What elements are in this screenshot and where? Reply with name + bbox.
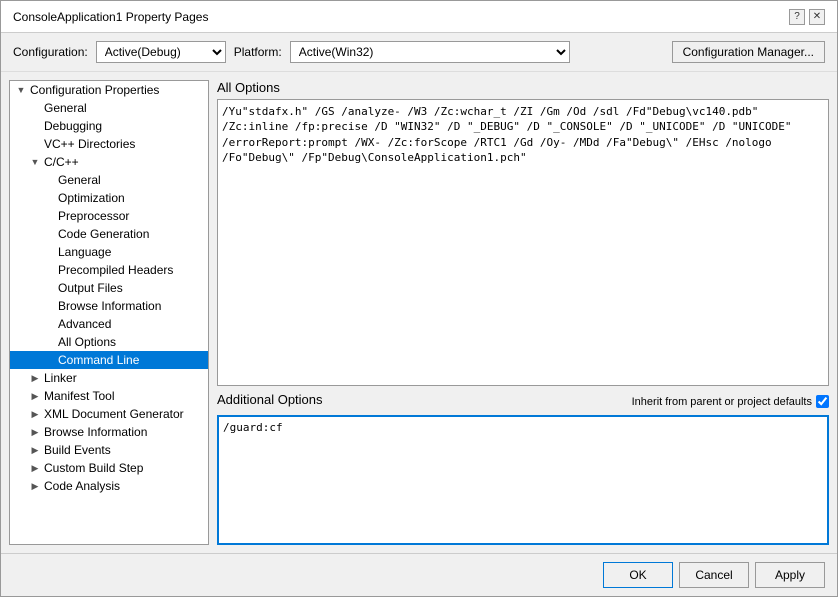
tree-item-general[interactable]: General [10,99,208,117]
additional-options-section: Additional Options Inherit from parent o… [217,392,829,545]
apply-button[interactable]: Apply [755,562,825,588]
tree-item-browse-info[interactable]: ▶Browse Information [10,423,208,441]
tree-expander-manifest-tool[interactable]: ▶ [28,389,42,403]
tree-expander-linker[interactable]: ▶ [28,371,42,385]
tree-item-optimization[interactable]: Optimization [10,189,208,207]
tree-item-preprocessor[interactable]: Preprocessor [10,207,208,225]
config-label: Configuration: [13,45,88,59]
tree-expander-cpp[interactable]: ▼ [28,155,42,169]
tree-item-debugging[interactable]: Debugging [10,117,208,135]
tree-item-manifest-tool[interactable]: ▶Manifest Tool [10,387,208,405]
tree-item-xml-doc-gen[interactable]: ▶XML Document Generator [10,405,208,423]
tree-label-config-props: Configuration Properties [30,83,159,97]
tree-scroll[interactable]: ▼Configuration PropertiesGeneralDebuggin… [10,81,208,544]
tree-expander-browse-info[interactable]: ▶ [28,425,42,439]
tree-item-command-line[interactable]: Command Line [10,351,208,369]
configuration-select[interactable]: Active(Debug) [96,41,226,63]
additional-options-textarea[interactable] [217,415,829,545]
title-bar: ConsoleApplication1 Property Pages ? ✕ [1,1,837,33]
tree-expander-xml-doc-gen[interactable]: ▶ [28,407,42,421]
tree-label-linker: Linker [44,371,77,385]
tree-item-code-analysis[interactable]: ▶Code Analysis [10,477,208,495]
additional-options-title: Additional Options [217,392,323,407]
title-bar-controls: ? ✕ [789,9,825,25]
tree-label-preprocessor: Preprocessor [58,209,129,223]
tree-expander-code-analysis[interactable]: ▶ [28,479,42,493]
tree-item-browse-info-cpp[interactable]: Browse Information [10,297,208,315]
tree-label-output-files: Output Files [58,281,123,295]
tree-item-code-gen[interactable]: Code Generation [10,225,208,243]
configuration-manager-button[interactable]: Configuration Manager... [672,41,825,63]
dialog-title: ConsoleApplication1 Property Pages [13,10,208,24]
platform-select[interactable]: Active(Win32) [290,41,570,63]
property-pages-dialog: ConsoleApplication1 Property Pages ? ✕ C… [0,0,838,597]
tree-label-command-line: Command Line [58,353,139,367]
tree-expander-build-events[interactable]: ▶ [28,443,42,457]
tree-label-browse-info-cpp: Browse Information [58,299,161,313]
tree-label-browse-info: Browse Information [44,425,147,439]
tree-item-build-events[interactable]: ▶Build Events [10,441,208,459]
all-options-title: All Options [217,80,829,95]
tree-panel: ▼Configuration PropertiesGeneralDebuggin… [9,80,209,545]
tree-item-vc-dirs[interactable]: VC++ Directories [10,135,208,153]
tree-label-debugging: Debugging [44,119,102,133]
tree-item-output-files[interactable]: Output Files [10,279,208,297]
cancel-button[interactable]: Cancel [679,562,749,588]
tree-label-build-events: Build Events [44,443,111,457]
tree-label-precomp-hdr: Precompiled Headers [58,263,173,277]
tree-label-cpp: C/C++ [44,155,79,169]
all-options-textarea[interactable] [217,99,829,386]
tree-label-advanced-cpp: Advanced [58,317,111,331]
tree-expander-custom-build[interactable]: ▶ [28,461,42,475]
tree-label-vc-dirs: VC++ Directories [44,137,135,151]
all-options-section: All Options [217,80,829,386]
main-content: ▼Configuration PropertiesGeneralDebuggin… [1,72,837,553]
tree-item-all-options[interactable]: All Options [10,333,208,351]
inherit-checkbox[interactable] [816,395,829,408]
close-button[interactable]: ✕ [809,9,825,25]
tree-item-language[interactable]: Language [10,243,208,261]
inherit-row: Inherit from parent or project defaults [632,395,829,408]
inherit-label: Inherit from parent or project defaults [632,396,812,408]
tree-label-code-gen: Code Generation [58,227,149,241]
tree-label-xml-doc-gen: XML Document Generator [44,407,184,421]
tree-label-custom-build: Custom Build Step [44,461,143,475]
ok-button[interactable]: OK [603,562,673,588]
tree-expander-config-props[interactable]: ▼ [14,83,28,97]
tree-item-advanced-cpp[interactable]: Advanced [10,315,208,333]
tree-label-optimization: Optimization [58,191,125,205]
tree-label-all-options: All Options [58,335,116,349]
tree-item-custom-build[interactable]: ▶Custom Build Step [10,459,208,477]
help-button[interactable]: ? [789,9,805,25]
tree-item-cpp[interactable]: ▼C/C++ [10,153,208,171]
tree-item-cpp-general[interactable]: General [10,171,208,189]
tree-label-language: Language [58,245,111,259]
tree-item-precomp-hdr[interactable]: Precompiled Headers [10,261,208,279]
tree-label-general: General [44,101,87,115]
tree-label-cpp-general: General [58,173,101,187]
button-bar: OK Cancel Apply [1,553,837,596]
tree-item-linker[interactable]: ▶Linker [10,369,208,387]
right-panel: All Options Additional Options Inherit f… [217,80,829,545]
tree-item-config-props[interactable]: ▼Configuration Properties [10,81,208,99]
config-bar: Configuration: Active(Debug) Platform: A… [1,33,837,72]
tree-label-code-analysis: Code Analysis [44,479,120,493]
platform-label: Platform: [234,45,282,59]
additional-header: Additional Options Inherit from parent o… [217,392,829,411]
tree-label-manifest-tool: Manifest Tool [44,389,114,403]
